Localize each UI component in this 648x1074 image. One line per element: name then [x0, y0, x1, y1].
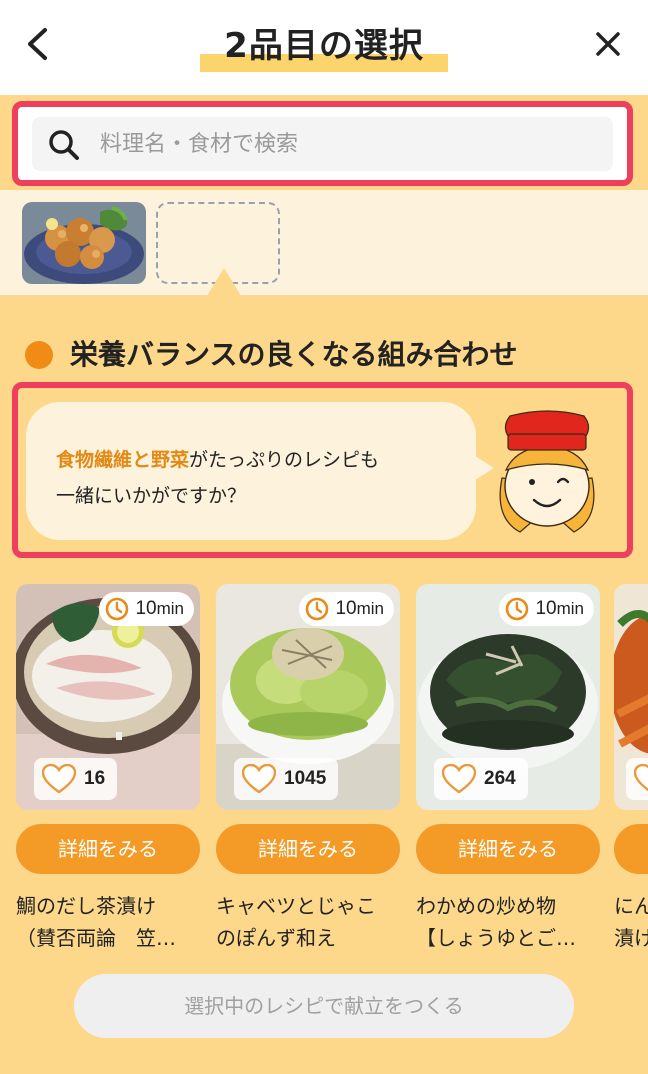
close-icon	[596, 32, 620, 56]
advice-highlight-connector: と	[132, 449, 152, 471]
recipe-name[interactable]: 鯛のだし茶漬け （賛否両論 笠…	[16, 890, 206, 954]
page-title-wrap: 2品目の選択	[200, 18, 448, 74]
slot-pointer	[207, 268, 241, 296]
cook-time-unit: min	[356, 599, 384, 618]
recipe-detail-button[interactable]: 詳細をみる	[16, 824, 200, 874]
recipe-detail-button[interactable]: 詳細をみる	[416, 824, 600, 874]
advice-text-line1: がたっぷりのレシピも	[189, 449, 380, 471]
heart-icon	[634, 764, 648, 792]
recipe-name[interactable]: キャベツとじゃこ のぽんず和え	[216, 890, 406, 954]
chevron-left-icon	[28, 28, 47, 60]
like-button[interactable]: 264	[434, 758, 528, 800]
cook-time-value: 10	[335, 598, 357, 619]
recipe-detail-button[interactable]: 詳細をみる	[216, 824, 400, 874]
search-highlight-frame	[12, 101, 633, 186]
like-button[interactable]	[626, 758, 648, 800]
cook-time-badge: 10min	[299, 592, 394, 626]
section-dot	[25, 341, 53, 369]
like-count: 264	[484, 768, 516, 789]
heart-icon	[242, 764, 276, 794]
clock-icon	[106, 597, 129, 621]
cook-time-value: 10	[535, 598, 557, 619]
search-box[interactable]	[32, 117, 613, 171]
chef-character-illustration	[499, 410, 595, 533]
cook-time-unit: min	[156, 599, 184, 618]
fried-chicken-photo	[22, 202, 146, 284]
advice-highlight-frame: 食物繊維と野菜がたっぷりのレシピも 一緒にいかがですか？	[12, 382, 633, 558]
close-button[interactable]	[588, 24, 628, 64]
clock-icon	[306, 597, 329, 621]
advice-bubble: 食物繊維と野菜がたっぷりのレシピも 一緒にいかがですか？	[26, 402, 476, 540]
page-title: 2品目の選択	[224, 26, 424, 66]
selected-dish-thumbnail[interactable]	[22, 202, 146, 284]
cook-time-text: 10min	[135, 598, 184, 620]
recipe-name[interactable]: にん 漬け	[614, 890, 648, 954]
back-button[interactable]	[18, 22, 58, 66]
cook-time-value: 10	[135, 598, 157, 619]
create-menu-button[interactable]: 選択中のレシピで献立をつくる	[74, 974, 574, 1038]
recipe-detail-button[interactable]	[614, 824, 648, 874]
like-button[interactable]: 1045	[234, 758, 339, 800]
cook-time-unit: min	[556, 599, 584, 618]
cook-time-text: 10min	[535, 598, 584, 620]
header: 2品目の選択	[0, 0, 648, 95]
recipe-name[interactable]: わかめの炒め物 【しょうゆとご…	[416, 890, 606, 954]
search-icon	[49, 130, 79, 160]
like-count: 1045	[284, 768, 327, 789]
advice-highlight-fiber: 食物繊維	[56, 449, 133, 471]
selected-dishes-strip	[0, 190, 648, 295]
heart-icon	[42, 764, 76, 794]
section-title: 栄養バランスの良くなる組み合わせ	[70, 338, 518, 371]
advice-text-line2: 一緒にいかがですか？	[56, 485, 247, 507]
search-input[interactable]	[100, 117, 600, 171]
cook-time-text: 10min	[335, 598, 384, 620]
cook-time-badge: 10min	[499, 592, 594, 626]
like-count: 16	[84, 768, 106, 789]
recipe-card-partial[interactable]: にん 漬け	[614, 584, 648, 964]
like-button[interactable]: 16	[34, 758, 118, 800]
clock-icon	[506, 597, 529, 621]
advice-text: 食物繊維と野菜がたっぷりのレシピも 一緒にいかがですか？	[56, 442, 466, 514]
heart-icon	[442, 764, 476, 794]
advice-highlight-vegetables: 野菜	[151, 449, 190, 471]
cook-time-badge: 10min	[99, 592, 194, 626]
